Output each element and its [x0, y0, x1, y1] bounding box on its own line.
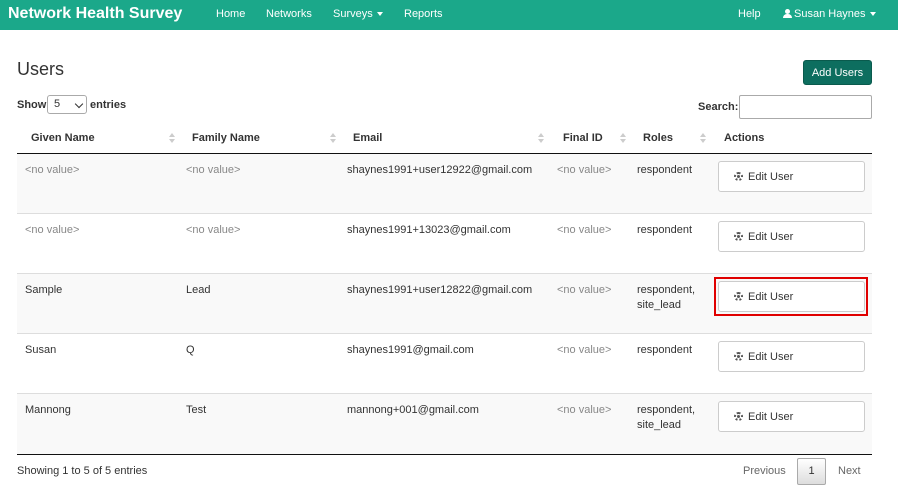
column-header-email[interactable]: Email — [353, 132, 382, 144]
user-menu[interactable]: Susan Haynes — [783, 8, 876, 20]
role-item: site_lead — [637, 299, 682, 311]
given-name-cell: Mannong — [25, 404, 71, 416]
caret-down-icon — [869, 12, 876, 17]
search-input[interactable] — [739, 95, 872, 119]
roles-cell: respondent — [637, 343, 692, 358]
column-header-family-name[interactable]: Family Name — [192, 132, 260, 144]
gear-icon — [734, 352, 743, 361]
table-row: Mannong Test mannong+001@gmail.com <no v… — [17, 394, 872, 454]
table-info: Showing 1 to 5 of 5 entries — [17, 465, 148, 477]
pagination-next[interactable]: Next — [838, 465, 861, 477]
edit-user-button[interactable]: Edit User — [718, 341, 865, 372]
add-users-button[interactable]: Add Users — [803, 60, 872, 85]
final-id-cell: <no value> — [557, 344, 612, 356]
nav-networks[interactable]: Networks — [266, 8, 312, 20]
final-id-cell: <no value> — [557, 224, 612, 236]
edit-user-button[interactable]: Edit User — [718, 161, 865, 192]
user-icon — [783, 9, 792, 18]
entries-length-value: 5 — [54, 98, 61, 110]
role-item: respondent — [637, 344, 693, 356]
nav-help[interactable]: Help — [738, 8, 761, 20]
family-name-cell: Q — [186, 344, 195, 356]
nav-surveys[interactable]: Surveys — [333, 8, 383, 20]
sort-icon — [330, 133, 336, 143]
email-cell: shaynes1991+user12822@gmail.com — [347, 284, 533, 296]
roles-cell: respondent, site_lead — [637, 403, 695, 433]
given-name-cell: Sample — [25, 284, 63, 296]
brand-title[interactable]: Network Health Survey — [8, 5, 182, 23]
role-item: respondent — [637, 164, 693, 176]
gear-icon — [734, 172, 743, 181]
entries-length-select[interactable]: 5 — [47, 95, 87, 114]
given-name-cell: <no value> — [25, 224, 80, 236]
final-id-cell: <no value> — [557, 404, 612, 416]
role-item: site_lead — [637, 419, 682, 431]
table-footer-divider — [17, 454, 872, 455]
sort-icon — [620, 133, 626, 143]
table-row: Sample Lead shaynes1991+user12822@gmail.… — [17, 274, 872, 334]
sort-icon — [169, 133, 175, 143]
gear-icon — [734, 292, 743, 301]
edit-user-label: Edit User — [748, 411, 794, 423]
roles-cell: respondent — [637, 223, 692, 238]
roles-cell: respondent, site_lead — [637, 283, 695, 313]
role-item: respondent — [637, 224, 693, 236]
pagination-page-1[interactable]: 1 — [797, 458, 826, 485]
email-cell: shaynes1991@gmail.com — [347, 344, 474, 356]
final-id-cell: <no value> — [557, 164, 612, 176]
table-row: <no value> <no value> shaynes1991+13023@… — [17, 214, 872, 274]
family-name-cell: Lead — [186, 284, 211, 296]
column-header-roles[interactable]: Roles — [643, 132, 673, 144]
column-header-given-name[interactable]: Given Name — [31, 132, 95, 144]
caret-down-icon — [376, 12, 383, 17]
table-row: Susan Q shaynes1991@gmail.com <no value>… — [17, 334, 872, 394]
edit-user-label: Edit User — [748, 291, 794, 303]
edit-user-button[interactable]: Edit User — [718, 401, 865, 432]
given-name-cell: <no value> — [25, 164, 80, 176]
sort-icon — [538, 133, 544, 143]
gear-icon — [734, 412, 743, 421]
page-title: Users — [17, 59, 65, 79]
entries-label: entries — [90, 99, 127, 111]
email-cell: shaynes1991+13023@gmail.com — [347, 224, 511, 236]
sort-icon — [700, 133, 706, 143]
roles-cell: respondent — [637, 163, 692, 178]
column-header-actions: Actions — [724, 132, 765, 144]
edit-user-button[interactable]: Edit User — [718, 281, 865, 312]
nav-home[interactable]: Home — [216, 8, 245, 20]
edit-user-label: Edit User — [748, 351, 794, 363]
top-navbar: Network Health Survey Home Networks Surv… — [0, 0, 898, 30]
edit-user-label: Edit User — [748, 171, 794, 183]
family-name-cell: <no value> — [186, 224, 241, 236]
gear-icon — [734, 232, 743, 241]
email-cell: shaynes1991+user12922@gmail.com — [347, 164, 533, 176]
column-header-final-id[interactable]: Final ID — [563, 132, 603, 144]
family-name-cell: Test — [186, 404, 207, 416]
family-name-cell: <no value> — [186, 164, 241, 176]
final-id-cell: <no value> — [557, 284, 612, 296]
show-label: Show — [17, 99, 47, 111]
chevron-down-icon — [74, 99, 84, 109]
role-item: respondent, — [637, 404, 696, 416]
given-name-cell: Susan — [25, 344, 57, 356]
table-row: <no value> <no value> shaynes1991+user12… — [17, 154, 872, 214]
role-item: respondent, — [637, 284, 696, 296]
nav-reports[interactable]: Reports — [404, 8, 443, 20]
edit-user-button[interactable]: Edit User — [718, 221, 865, 252]
user-menu-label: Susan Haynes — [794, 8, 866, 20]
search-label: Search: — [698, 101, 739, 113]
email-cell: mannong+001@gmail.com — [347, 404, 479, 416]
nav-surveys-label: Surveys — [333, 8, 373, 20]
pagination-previous[interactable]: Previous — [743, 465, 786, 477]
edit-user-label: Edit User — [748, 231, 794, 243]
